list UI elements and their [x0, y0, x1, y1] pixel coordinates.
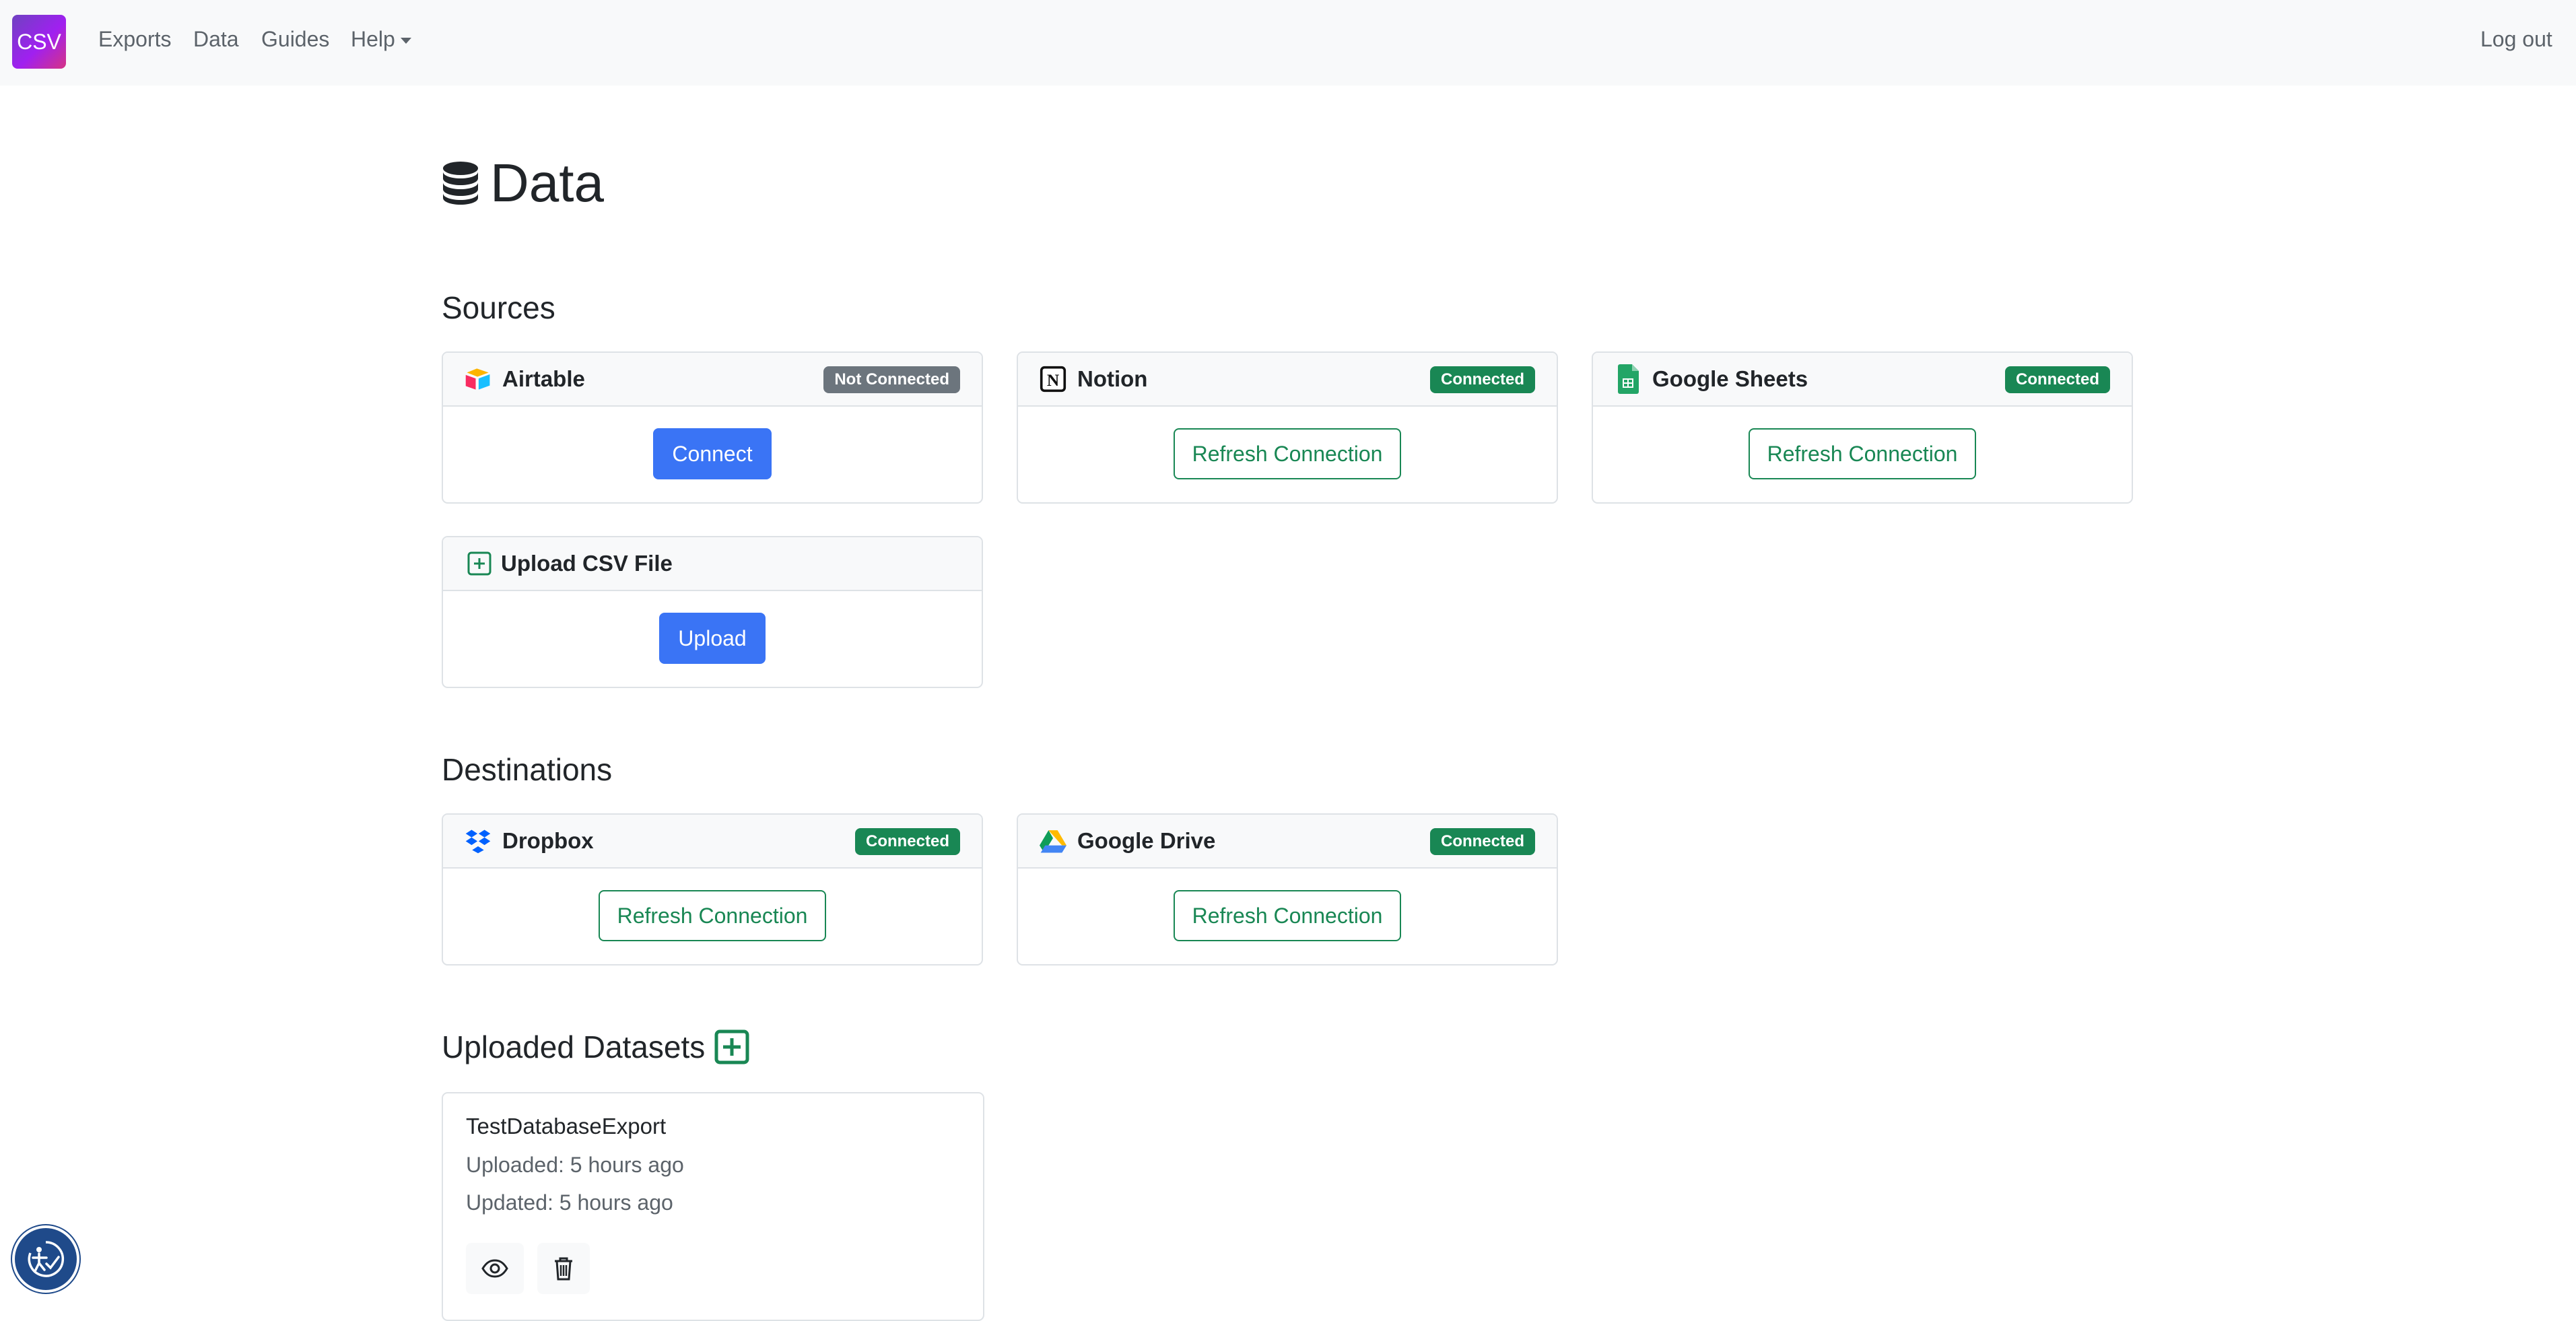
destination-card-dropbox: Dropbox Connected Refresh Connection — [442, 813, 983, 966]
card-title: Airtable — [502, 366, 585, 391]
card-body: Connect — [443, 407, 982, 501]
refresh-notion-button[interactable]: Refresh Connection — [1173, 428, 1402, 479]
airtable-icon — [465, 366, 492, 393]
page-title: Data — [442, 149, 604, 217]
navbar: CSV Exports Data Guides Help Log out — [0, 0, 2576, 86]
source-card-notion: N Notion Connected Refresh Connection — [1017, 351, 1558, 504]
dropbox-icon — [465, 827, 492, 854]
google-drive-icon — [1040, 827, 1066, 854]
add-dataset-icon[interactable] — [714, 1029, 749, 1064]
card-title: Google Drive — [1077, 828, 1216, 853]
delete-dataset-button[interactable] — [537, 1243, 590, 1294]
nav-link-guides[interactable]: Guides — [261, 27, 329, 52]
refresh-google-drive-button[interactable]: Refresh Connection — [1173, 890, 1402, 941]
dataset-name: TestDatabaseExport — [466, 1114, 667, 1139]
notion-icon: N — [1040, 366, 1066, 393]
help-label: Help — [351, 27, 395, 51]
logout-link[interactable]: Log out — [2480, 27, 2552, 52]
brand-logo[interactable]: CSV — [12, 15, 66, 69]
card-title: Notion — [1077, 366, 1148, 391]
dataset-card: TestDatabaseExport Uploaded: 5 hours ago… — [442, 1092, 984, 1321]
datasets-heading: Uploaded Datasets — [442, 1029, 749, 1065]
card-header: N Notion Connected — [1018, 353, 1557, 407]
nav-link-help[interactable]: Help — [351, 27, 411, 52]
dataset-uploaded: Uploaded: 5 hours ago — [466, 1153, 684, 1177]
card-header: Google Sheets Connected — [1593, 353, 2132, 407]
card-title: Dropbox — [502, 828, 594, 853]
destinations-heading: Destinations — [442, 752, 613, 787]
status-badge: Connected — [1429, 366, 1535, 393]
eye-icon — [481, 1259, 508, 1278]
sources-heading: Sources — [442, 290, 555, 325]
nav-link-data[interactable]: Data — [193, 27, 239, 52]
svg-text:N: N — [1047, 370, 1060, 390]
card-body: Refresh Connection — [443, 869, 982, 963]
dataset-updated: Updated: 5 hours ago — [466, 1190, 673, 1215]
card-body: Refresh Connection — [1018, 407, 1557, 501]
refresh-google-sheets-button[interactable]: Refresh Connection — [1748, 428, 1977, 479]
plus-square-icon — [466, 550, 493, 577]
source-card-google-sheets: Google Sheets Connected Refresh Connecti… — [1592, 351, 2133, 504]
source-card-airtable: Airtable Not Connected Connect — [442, 351, 983, 504]
card-title: Upload CSV File — [501, 551, 673, 576]
accessibility-icon — [28, 1241, 65, 1277]
trash-icon — [555, 1257, 572, 1281]
card-body: Refresh Connection — [1018, 869, 1557, 963]
card-body: Refresh Connection — [1593, 407, 2132, 501]
card-body: Upload — [443, 591, 982, 685]
connect-airtable-button[interactable]: Connect — [653, 428, 772, 479]
view-dataset-button[interactable] — [466, 1243, 524, 1294]
card-header: Dropbox Connected — [443, 815, 982, 869]
card-header: Airtable Not Connected — [443, 353, 982, 407]
refresh-dropbox-button[interactable]: Refresh Connection — [598, 890, 827, 941]
status-badge: Connected — [1429, 828, 1535, 855]
status-badge: Not Connected — [823, 366, 960, 393]
accessibility-widget-button[interactable] — [15, 1228, 77, 1290]
status-badge: Connected — [854, 828, 960, 855]
status-badge: Connected — [2004, 366, 2110, 393]
destination-card-google-drive: Google Drive Connected Refresh Connectio… — [1017, 813, 1558, 966]
page-title-text: Data — [490, 153, 604, 213]
card-header: Upload CSV File — [443, 537, 982, 591]
datasets-heading-text: Uploaded Datasets — [442, 1029, 706, 1064]
nav-link-exports[interactable]: Exports — [98, 27, 171, 52]
database-icon — [443, 162, 478, 205]
card-header: Google Drive Connected — [1018, 815, 1557, 869]
card-title: Google Sheets — [1652, 366, 1808, 391]
google-sheets-icon — [1615, 364, 1641, 394]
caret-down-icon — [400, 38, 411, 44]
source-card-upload-csv: Upload CSV File Upload — [442, 536, 983, 688]
upload-button[interactable]: Upload — [659, 613, 766, 664]
